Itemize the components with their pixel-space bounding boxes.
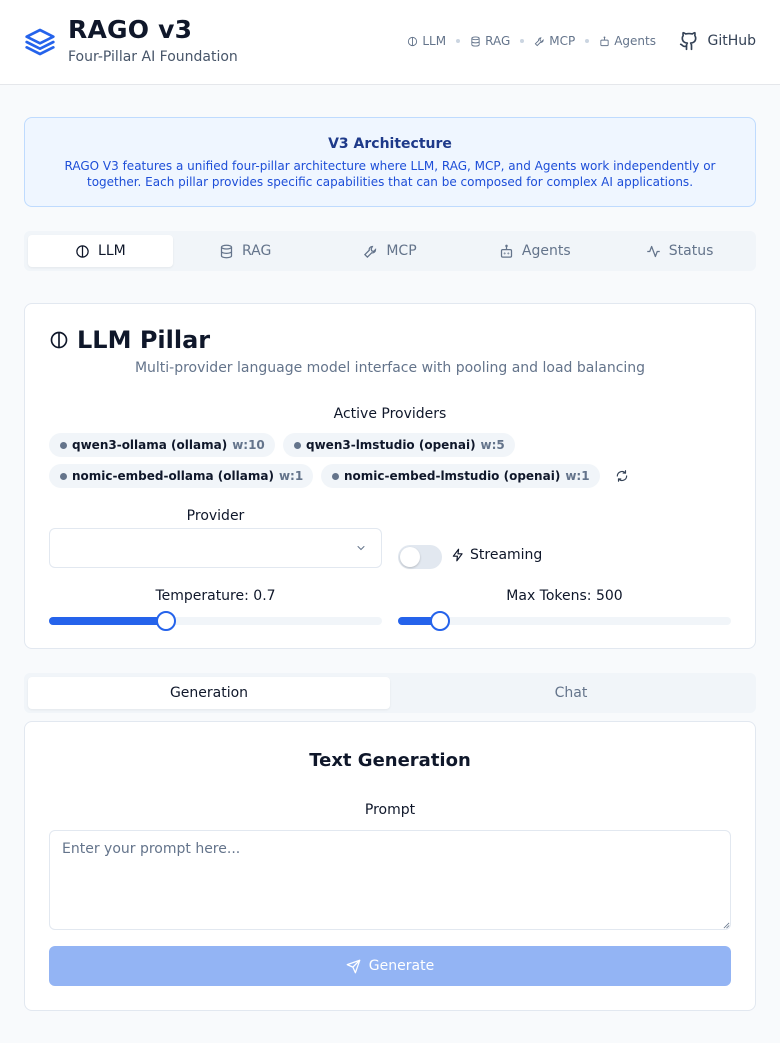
card-description: Multi-provider language model interface … [134,360,646,376]
provider-select[interactable] [49,528,382,568]
tab-status[interactable]: Status [607,235,752,267]
bot-icon [600,35,609,46]
provider-chip: nomic-embed-ollama (ollama) w:1 [49,464,314,488]
status-dot [60,472,67,480]
zap-icon [452,548,463,562]
slider-fill [49,617,166,625]
streaming-label: Streaming [470,547,543,563]
max-tokens-label: Max Tokens: 500 [506,588,623,604]
provider-name: qwen3-ollama (ollama) [72,438,228,452]
nav-label: LLM [422,34,447,48]
provider-weight: w:10 [232,438,265,452]
tab-label: Status [668,243,714,259]
nav-separator [456,39,461,43]
text-generation-card: Text Generation Prompt Generate [24,721,756,1011]
database-icon [220,244,233,258]
nav-item-llm[interactable]: LLM [407,34,446,48]
status-dot [332,472,339,480]
send-icon [346,959,361,973]
nav-label: Agents [614,34,656,48]
nav-separator [520,39,525,43]
toggle-knob [400,547,420,567]
provider-weight: w:5 [480,438,505,452]
provider-chip: qwen3-lmstudio (openai) w:5 [283,433,515,457]
generate-button[interactable]: Generate [49,946,731,986]
app-title: RAGO v3 [68,15,193,44]
tab-label: LLM [98,243,126,259]
brain-icon [408,36,418,46]
active-providers-label: Active Providers [333,406,447,422]
card-title-text: LLM Pillar [77,326,211,354]
provider-weight: w:1 [565,469,590,483]
database-icon [471,35,480,47]
nav-label: RAG [485,34,511,48]
provider-label: Provider [186,508,245,524]
temperature-label: Temperature: 0.7 [155,588,276,604]
github-icon [680,31,697,51]
mode-tabs: Generation Chat [24,673,756,713]
generation-title: Text Generation [309,750,471,771]
activity-icon [647,245,660,257]
tab-llm[interactable]: LLM [28,235,173,267]
tab-label: RAG [242,243,272,259]
nav-separator [585,39,590,43]
nav-label: MCP [549,34,576,48]
app-subtitle: Four-Pillar AI Foundation [68,49,238,65]
generate-label: Generate [368,958,435,974]
provider-name: nomic-embed-lmstudio (openai) [344,469,561,483]
brain-icon [50,331,68,349]
nav-item-mcp[interactable]: MCP [534,34,575,48]
wrench-icon [364,245,377,258]
tab-label: MCP [386,243,417,259]
slider-thumb[interactable] [429,611,450,631]
tab-mcp[interactable]: MCP [318,235,463,267]
prompt-input[interactable] [49,830,731,930]
slider-thumb[interactable] [155,611,176,631]
llm-pillar-card: LLM Pillar Multi-provider language model… [24,303,756,649]
provider-weight: w:1 [278,469,304,483]
tab-rag[interactable]: RAG [173,235,318,267]
provider-chip: qwen3-ollama (ollama) w:10 [49,433,275,457]
status-dot [60,441,67,449]
streaming-label-group: Streaming [451,547,542,563]
wrench-icon [534,36,544,46]
tab-chat[interactable]: Chat [390,677,752,709]
tab-agents[interactable]: Agents [462,235,607,267]
refresh-icon[interactable] [615,469,629,483]
layers-logo-icon [25,28,55,56]
provider-name: qwen3-lmstudio (openai) [306,438,476,452]
status-dot [294,441,301,449]
tab-generation[interactable]: Generation [28,677,390,709]
github-label: GitHub [707,33,756,49]
banner-text: RAGO V3 features a unified four-pillar a… [64,159,716,189]
provider-name: nomic-embed-ollama (ollama) [72,469,274,483]
nav-item-agents[interactable]: Agents [599,34,656,48]
prompt-label: Prompt [364,802,416,818]
tab-label: Agents [521,243,571,259]
github-link[interactable]: GitHub [679,31,756,51]
temperature-slider[interactable] [49,611,382,631]
chevron-down-icon [357,546,365,551]
pillar-tabs: LLM RAG MCP Agents Status [24,231,756,271]
nav-item-rag[interactable]: RAG [470,34,510,48]
header-nav: LLM RAG MCP Agents [407,34,656,48]
app-header: RAGO v3 Four-Pillar AI Foundation LLM RA… [0,0,780,85]
brain-icon [76,244,89,258]
card-title: LLM Pillar [49,326,210,354]
architecture-banner: V3 Architecture RAGO V3 features a unifi… [24,117,756,207]
banner-title: V3 Architecture [328,136,452,152]
resize-grip-icon[interactable] [723,922,730,929]
provider-chip: nomic-embed-lmstudio (openai) w:1 [321,464,600,488]
bot-icon [500,244,513,258]
max-tokens-slider[interactable] [398,611,731,631]
streaming-toggle[interactable] [398,545,442,569]
